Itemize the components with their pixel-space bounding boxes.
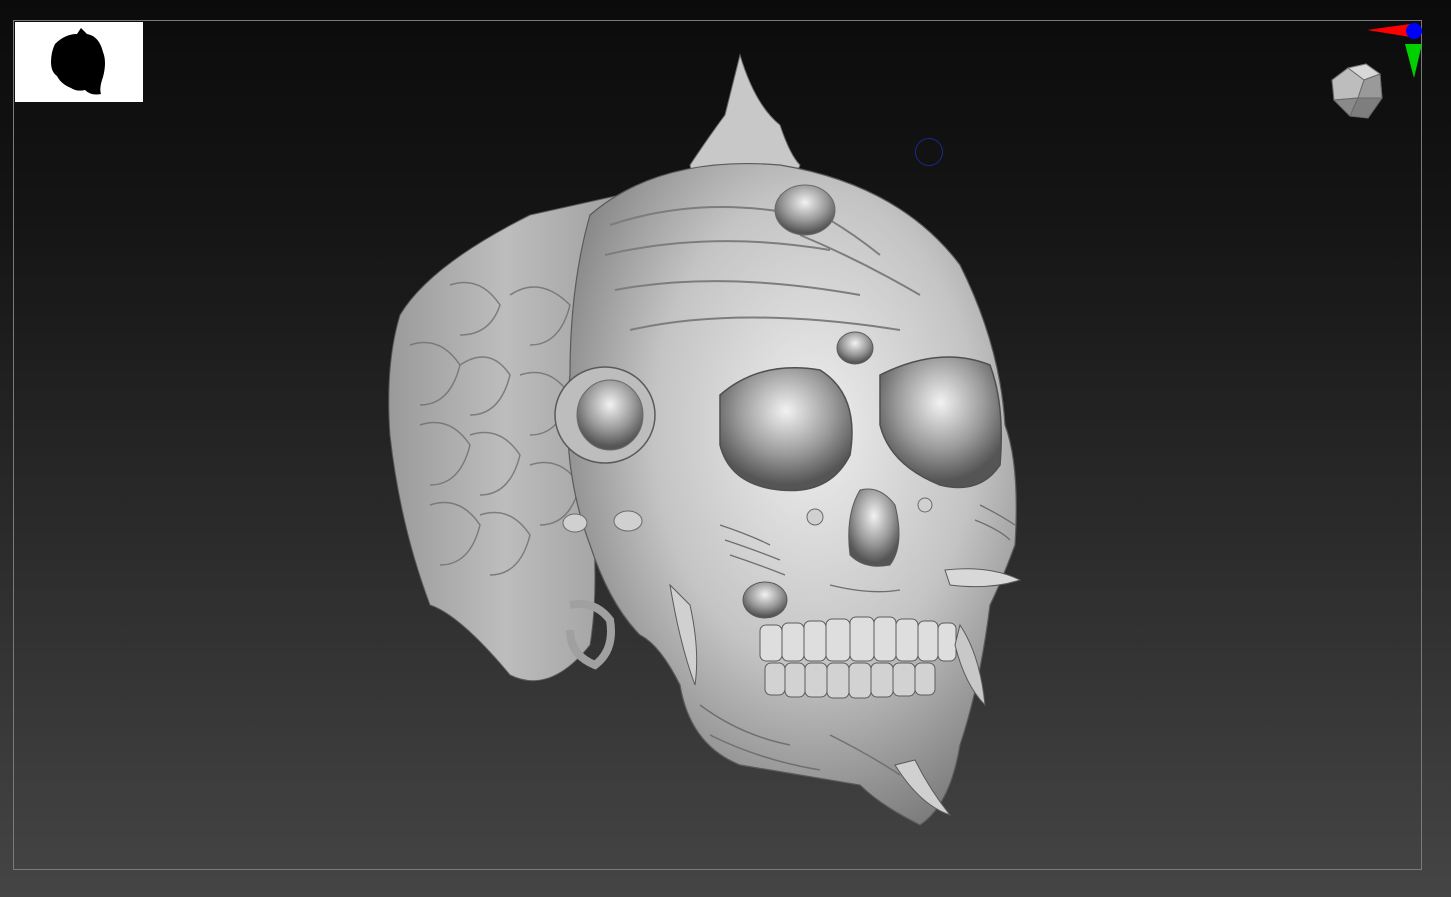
skull-silhouette-icon [51, 28, 105, 95]
nasal-cavity [848, 488, 900, 567]
sculpted-skull-ring-model[interactable] [360, 45, 1060, 845]
left-eye-socket [719, 367, 853, 492]
x-axis-arrow-icon [1367, 24, 1410, 37]
lower-teeth [764, 662, 936, 699]
skull-cranium [566, 162, 1017, 826]
forehead-gem [836, 331, 874, 365]
y-axis-arrow-icon [1405, 44, 1422, 78]
zbrush-canvas[interactable] [0, 0, 1451, 897]
z-axis-dot-icon [1406, 23, 1422, 39]
view-cube-icon[interactable] [1331, 63, 1383, 119]
navigation-gizmo[interactable] [1310, 20, 1430, 130]
upper-teeth [759, 616, 957, 662]
brush-cursor-icon [915, 138, 943, 166]
thumbnail-preview[interactable] [15, 22, 143, 102]
